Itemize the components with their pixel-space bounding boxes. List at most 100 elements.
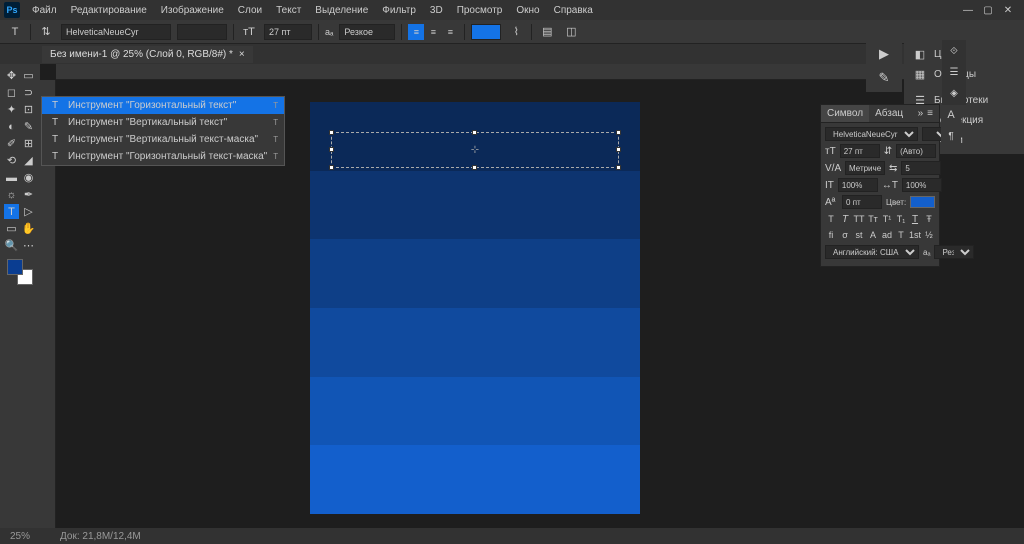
close-icon[interactable]: ✕	[1002, 4, 1014, 16]
panel-menu-icon[interactable]: ≡	[927, 108, 933, 119]
play-icon[interactable]: ▶	[879, 46, 889, 62]
healing-tool[interactable]: ✎	[21, 119, 36, 134]
font-size-select[interactable]: 27 пт	[264, 24, 312, 40]
zoom-level[interactable]: 25%	[10, 531, 30, 542]
toolbox: ✥▭ ◻⊃ ✦⊡ ◐✎ ✐⊞ ⟲◢ ▬◉ ☼✒ T▷ ▭✋ 🔍⋯	[0, 64, 40, 528]
menu-image[interactable]: Изображение	[155, 3, 230, 18]
character-dock-icon[interactable]: A	[947, 109, 954, 121]
3d-button[interactable]: ◫	[562, 23, 580, 41]
align-center-button[interactable]: ≡	[425, 24, 441, 40]
menu-edit[interactable]: Редактирование	[65, 3, 153, 18]
eyedropper-tool[interactable]: ◐	[4, 119, 19, 134]
menu-filter[interactable]: Фильтр	[376, 3, 422, 18]
canvas[interactable]	[310, 102, 640, 514]
char-aa-select[interactable]: Резкое	[934, 245, 974, 259]
align-left-button[interactable]: ≡	[408, 24, 424, 40]
horizontal-type-mask-tool[interactable]: TИнструмент "Горизонтальный текст-маска"…	[42, 148, 284, 165]
crop-tool[interactable]: ⊡	[21, 102, 36, 117]
antialiasing-select[interactable]: Резкое	[339, 24, 395, 40]
layers-icon[interactable]: ☰	[950, 67, 959, 78]
menu-file[interactable]: Файл	[26, 3, 63, 18]
hand-tool[interactable]: ✋	[21, 221, 36, 236]
text-align-group: ≡ ≡ ≡	[408, 24, 458, 40]
stamp-tool[interactable]: ⊞	[21, 136, 36, 151]
brush-preset-icon[interactable]: ✎	[879, 70, 890, 86]
document-info[interactable]: Док: 21,8М/12,4М	[60, 531, 141, 542]
history-icon[interactable]: ⟐	[950, 46, 958, 57]
move-tool[interactable]: ✥	[4, 68, 19, 83]
horizontal-type-tool[interactable]: TИнструмент "Горизонтальный текст"T	[42, 97, 284, 114]
bold-button[interactable]: T	[825, 212, 837, 226]
baseline-icon: Aª	[825, 197, 838, 208]
subscript-button[interactable]: T₁	[895, 212, 907, 226]
app-logo: Ps	[4, 2, 20, 18]
underline-button[interactable]: T	[909, 212, 921, 226]
opentype-buttons: fiσst AadT 1st½	[825, 228, 935, 242]
close-tab-icon[interactable]: ×	[239, 49, 245, 60]
warp-text-button[interactable]: ⌇	[507, 23, 525, 41]
color-picker[interactable]	[7, 259, 33, 285]
char-hscale-input[interactable]	[902, 178, 942, 192]
lasso-tool[interactable]: ⊃	[21, 85, 36, 100]
type-tool-icon: T	[6, 23, 24, 41]
vertical-type-tool[interactable]: TИнструмент "Вертикальный текст"T	[42, 114, 284, 131]
allcaps-button[interactable]: TT	[853, 212, 865, 226]
char-tracking-input[interactable]	[901, 161, 941, 175]
maximize-icon[interactable]: ▢	[982, 4, 994, 16]
char-font-select[interactable]: HelveticaNeueCyr	[825, 127, 918, 141]
char-leading-input[interactable]	[896, 144, 936, 158]
menu-select[interactable]: Выделение	[309, 3, 374, 18]
char-language-select[interactable]: Английский: США	[825, 245, 919, 259]
superscript-button[interactable]: T¹	[881, 212, 893, 226]
italic-button[interactable]: T	[839, 212, 851, 226]
paragraph-dock-icon[interactable]: ¶	[948, 131, 953, 142]
char-vscale-input[interactable]	[838, 178, 878, 192]
eraser-tool[interactable]: ◢	[21, 153, 36, 168]
char-size-input[interactable]	[840, 144, 880, 158]
brush-tool[interactable]: ✐	[4, 136, 19, 151]
dodge-tool[interactable]: ☼	[4, 187, 19, 202]
char-baseline-input[interactable]	[842, 195, 882, 209]
document-tab[interactable]: Без имени-1 @ 25% (Слой 0, RGB/8#) * ×	[42, 46, 253, 63]
font-style-select[interactable]	[177, 24, 227, 40]
panel-collapse-icon[interactable]: »	[918, 108, 924, 119]
orientation-icon[interactable]: ⇅	[37, 23, 55, 41]
type-tool[interactable]: T	[4, 204, 19, 219]
zoom-tool[interactable]: 🔍	[4, 238, 19, 253]
menu-layers[interactable]: Слои	[232, 3, 268, 18]
font-size-icon: тТ	[825, 146, 836, 157]
character-tab[interactable]: Символ	[821, 105, 869, 122]
type-tool-flyout: TИнструмент "Горизонтальный текст"T TИнс…	[41, 96, 285, 166]
menu-help[interactable]: Справка	[548, 3, 599, 18]
magic-wand-tool[interactable]: ✦	[4, 102, 19, 117]
tracking-icon: ⇆	[889, 163, 897, 174]
gradient-tool[interactable]: ▬	[4, 170, 19, 185]
more-tools[interactable]: ⋯	[21, 238, 36, 253]
minimize-icon[interactable]: —	[962, 4, 974, 16]
marquee-tool[interactable]: ◻	[4, 85, 19, 100]
blur-tool[interactable]: ◉	[21, 170, 36, 185]
menu-text[interactable]: Текст	[270, 3, 307, 18]
menu-3d[interactable]: 3D	[424, 3, 449, 18]
align-right-button[interactable]: ≡	[442, 24, 458, 40]
tool-preset-dock: ⟐ ☰ ◈	[942, 40, 966, 105]
strikethrough-button[interactable]: Ŧ	[923, 212, 935, 226]
font-family-select[interactable]: HelveticaNeueCyr	[61, 24, 171, 40]
smallcaps-button[interactable]: Tᴛ	[867, 212, 879, 226]
menu-view[interactable]: Просмотр	[451, 3, 509, 18]
rectangle-tool[interactable]: ▭	[4, 221, 19, 236]
menu-window[interactable]: Окно	[510, 3, 545, 18]
char-color-swatch[interactable]	[910, 196, 935, 208]
char-kerning-input[interactable]	[845, 161, 885, 175]
properties-icon[interactable]: ◈	[950, 88, 958, 99]
artboard-tool[interactable]: ▭	[21, 68, 36, 83]
paragraph-tab[interactable]: Абзац	[869, 105, 909, 122]
swatches-panel-icon: ▦	[912, 67, 928, 81]
pen-tool[interactable]: ✒	[21, 187, 36, 202]
character-panel-button[interactable]: ▤	[538, 23, 556, 41]
text-color-swatch[interactable]	[471, 24, 501, 40]
path-tool[interactable]: ▷	[21, 204, 36, 219]
vertical-type-mask-tool[interactable]: TИнструмент "Вертикальный текст-маска"T	[42, 131, 284, 148]
history-brush-tool[interactable]: ⟲	[4, 153, 19, 168]
menu-bar: Ps Файл Редактирование Изображение Слои …	[0, 0, 1024, 20]
